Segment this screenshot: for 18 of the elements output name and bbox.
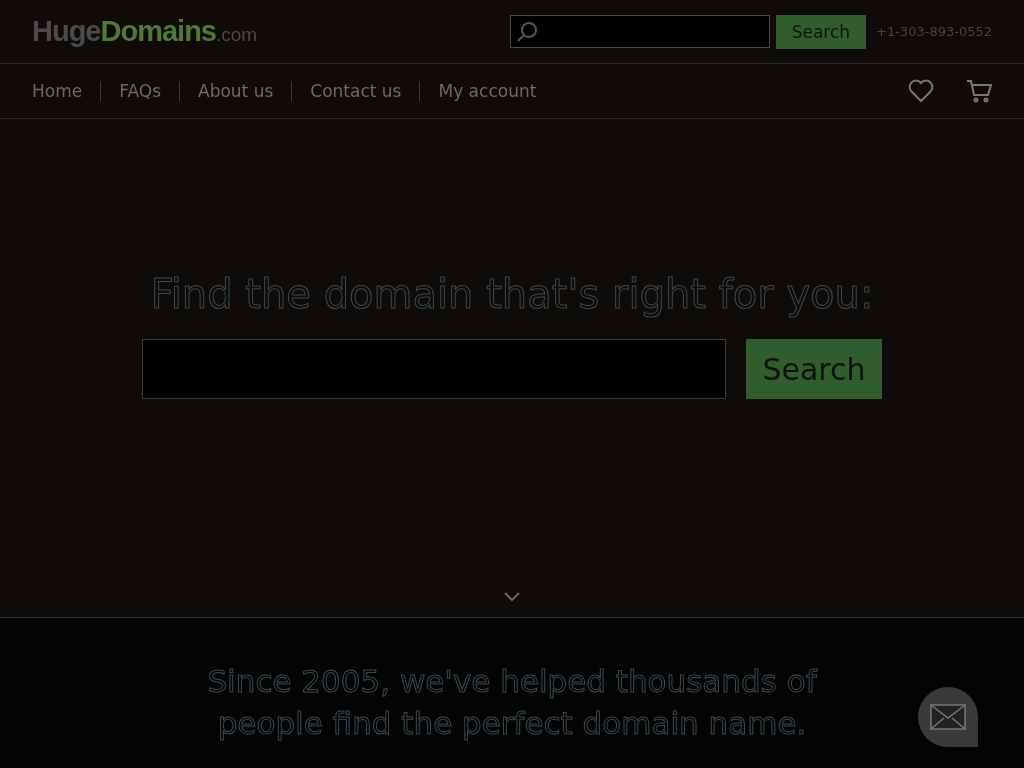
nav-link[interactable]: About us — [179, 81, 292, 101]
domain-search-field[interactable] — [142, 339, 726, 399]
phone-number: +1-303-893-0552 — [876, 24, 992, 39]
nav-link[interactable]: Home — [32, 81, 101, 101]
logo[interactable]: HugeDomains.com — [32, 15, 258, 48]
chevron-down-icon[interactable] — [503, 591, 521, 603]
chat-button[interactable] — [918, 687, 978, 747]
cart-icon[interactable] — [966, 79, 992, 103]
envelope-icon — [930, 704, 966, 730]
heart-icon[interactable] — [908, 79, 934, 103]
nav-link[interactable]: My account — [419, 81, 555, 101]
nav-link[interactable]: FAQs — [100, 81, 179, 101]
search-button[interactable]: Search — [775, 14, 867, 49]
tagline: Since 2005, we've helped thousands of people find the perfect domain name. — [206, 662, 819, 743]
search-button[interactable]: Search — [746, 339, 882, 399]
search-field[interactable] — [509, 15, 770, 48]
hero-title: Find the domain that's right for you: — [150, 271, 874, 317]
nav-link[interactable]: Contact us — [291, 81, 420, 101]
